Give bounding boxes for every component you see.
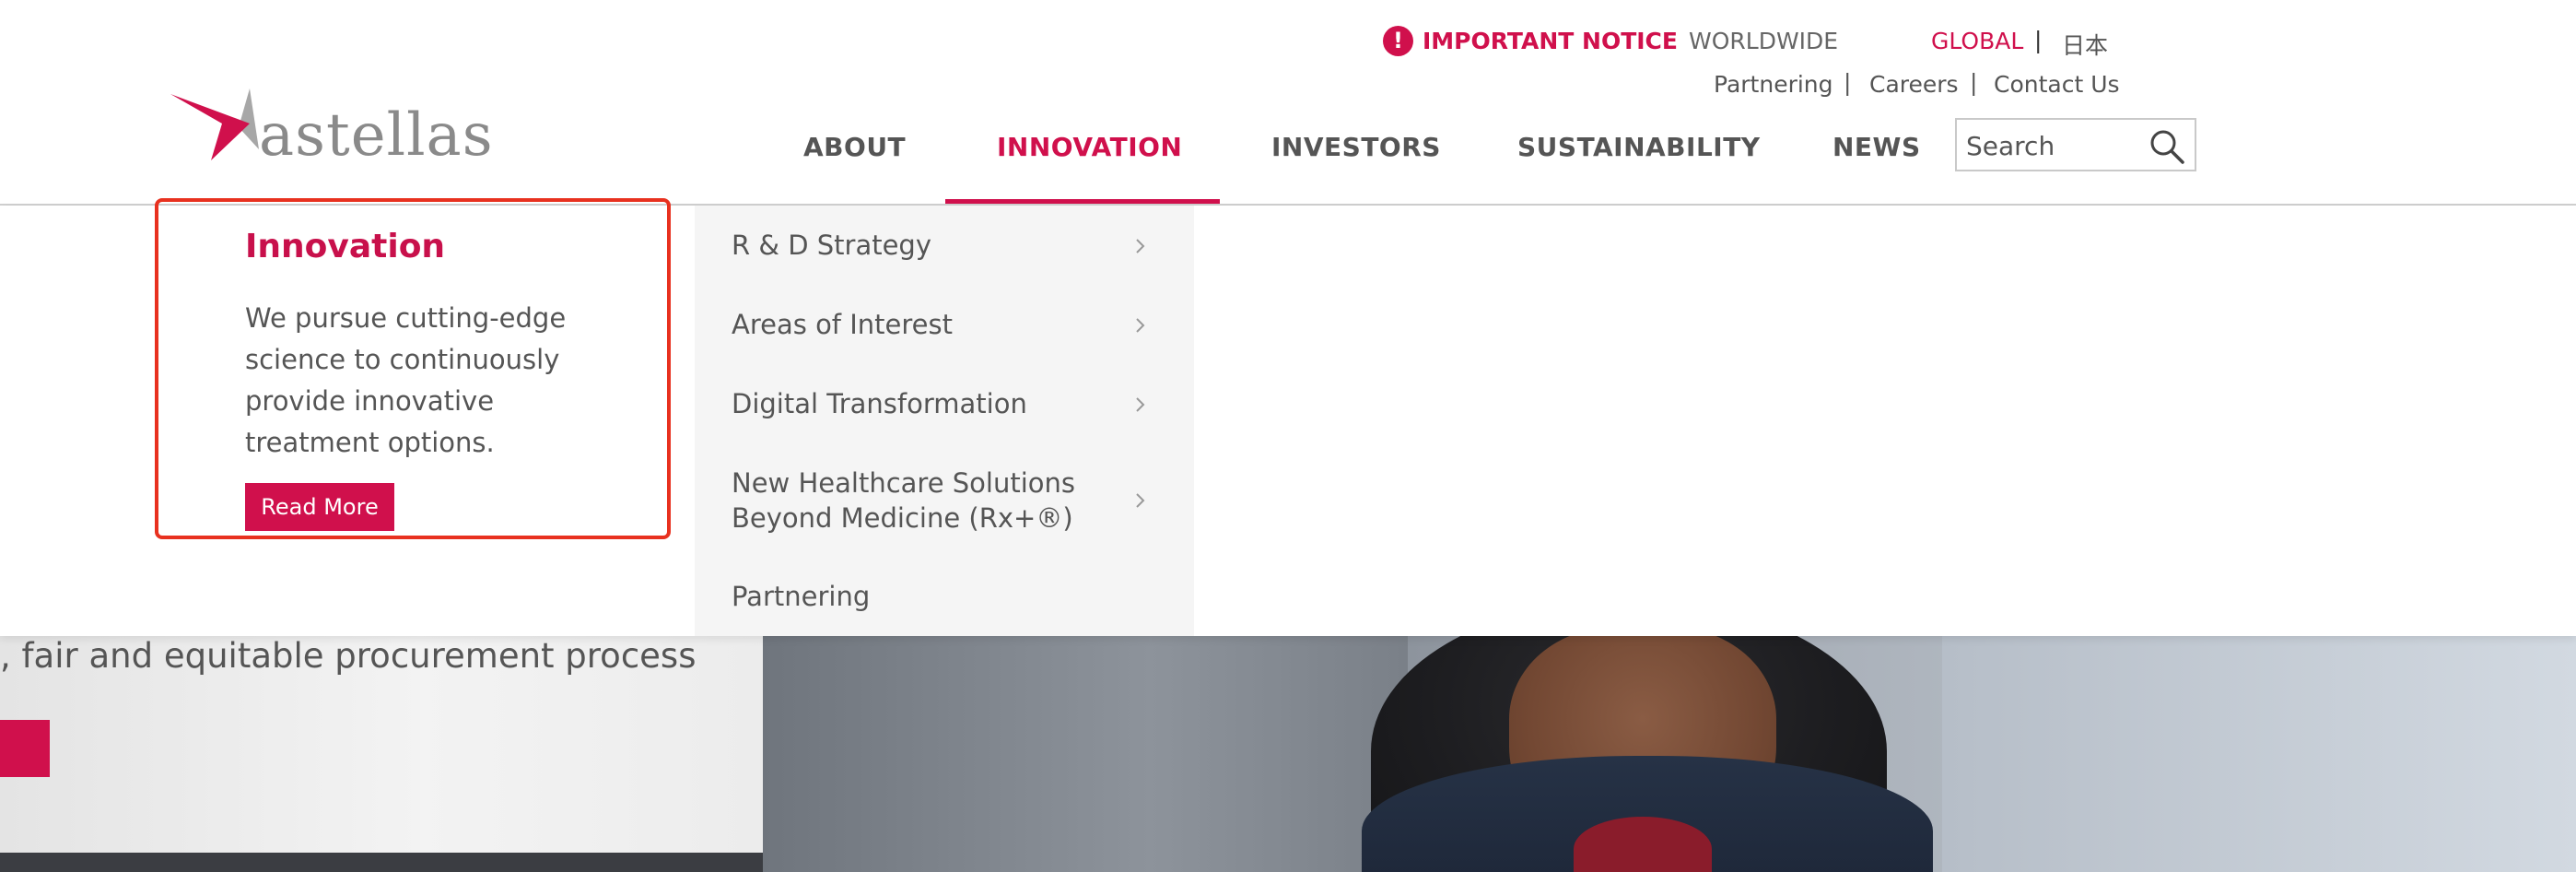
nav-sustainability[interactable]: SUSTAINABILITY (1517, 132, 1761, 162)
chevron-right-icon (1136, 397, 1145, 412)
hero-banner: , fair and equitable procurement process… (0, 636, 2576, 872)
hero-strip (0, 853, 763, 872)
nav-about[interactable]: ABOUT (803, 132, 906, 162)
hero-learn-more-button[interactable]: re (0, 720, 50, 777)
search-box (1955, 118, 2196, 171)
mega-menu-title: Innovation (245, 228, 446, 265)
submenu-item-partnering[interactable]: Partnering (732, 579, 1174, 614)
chevron-right-icon (1136, 318, 1145, 333)
logo-wordmark: astellas (259, 101, 494, 170)
separator: | (1970, 69, 1978, 96)
read-more-button[interactable]: Read More (245, 483, 394, 531)
astellas-logo[interactable]: astellas (170, 83, 493, 171)
global-site-link[interactable]: GLOBAL (1931, 28, 2023, 65)
submenu-item-digital-transformation[interactable]: Digital Transformation (732, 386, 1174, 421)
chevron-right-icon (1136, 239, 1145, 253)
separator: | (2034, 27, 2043, 53)
japan-site-link[interactable]: 日本 (2062, 28, 2108, 65)
nav-news[interactable]: NEWS (1832, 132, 1921, 162)
hero-photo (763, 636, 2576, 872)
nav-innovation[interactable]: INNOVATION (997, 132, 1182, 162)
site-header: astellas ! IMPORTANT NOTICE WORLDWIDE GL… (0, 0, 2576, 206)
hero-card: , fair and equitable procurement process… (0, 636, 763, 853)
utility-link-contact-us[interactable]: Contact Us (1994, 71, 2120, 98)
chevron-right-icon (1136, 493, 1145, 508)
mega-menu-description: We pursue cutting-edge science to contin… (245, 302, 567, 458)
search-input[interactable] (1966, 127, 2150, 164)
submenu-item-areas-of-interest[interactable]: Areas of Interest (732, 307, 1174, 342)
worldwide-label: WORLDWIDE (1689, 28, 1839, 54)
alert-icon[interactable]: ! (1383, 26, 1413, 56)
innovation-submenu: R & D Strategy Areas of Interest Digital… (695, 206, 1194, 636)
submenu-item-new-healthcare-solutions[interactable]: New Healthcare Solutions Beyond Medicine… (732, 465, 1082, 536)
separator: | (1844, 69, 1852, 96)
utility-link-partnering[interactable]: Partnering (1714, 71, 1833, 98)
utility-link-careers[interactable]: Careers (1869, 71, 1959, 98)
important-notice-link[interactable]: IMPORTANT NOTICE (1423, 28, 1678, 65)
search-icon[interactable] (2149, 128, 2185, 165)
hero-text: , fair and equitable procurement process (0, 636, 697, 676)
nav-investors[interactable]: INVESTORS (1271, 132, 1441, 162)
submenu-item-rd-strategy[interactable]: R & D Strategy (732, 228, 1174, 263)
innovation-mega-menu: Innovation We pursue cutting-edge scienc… (0, 198, 2576, 636)
logo-mark-icon (170, 88, 259, 160)
